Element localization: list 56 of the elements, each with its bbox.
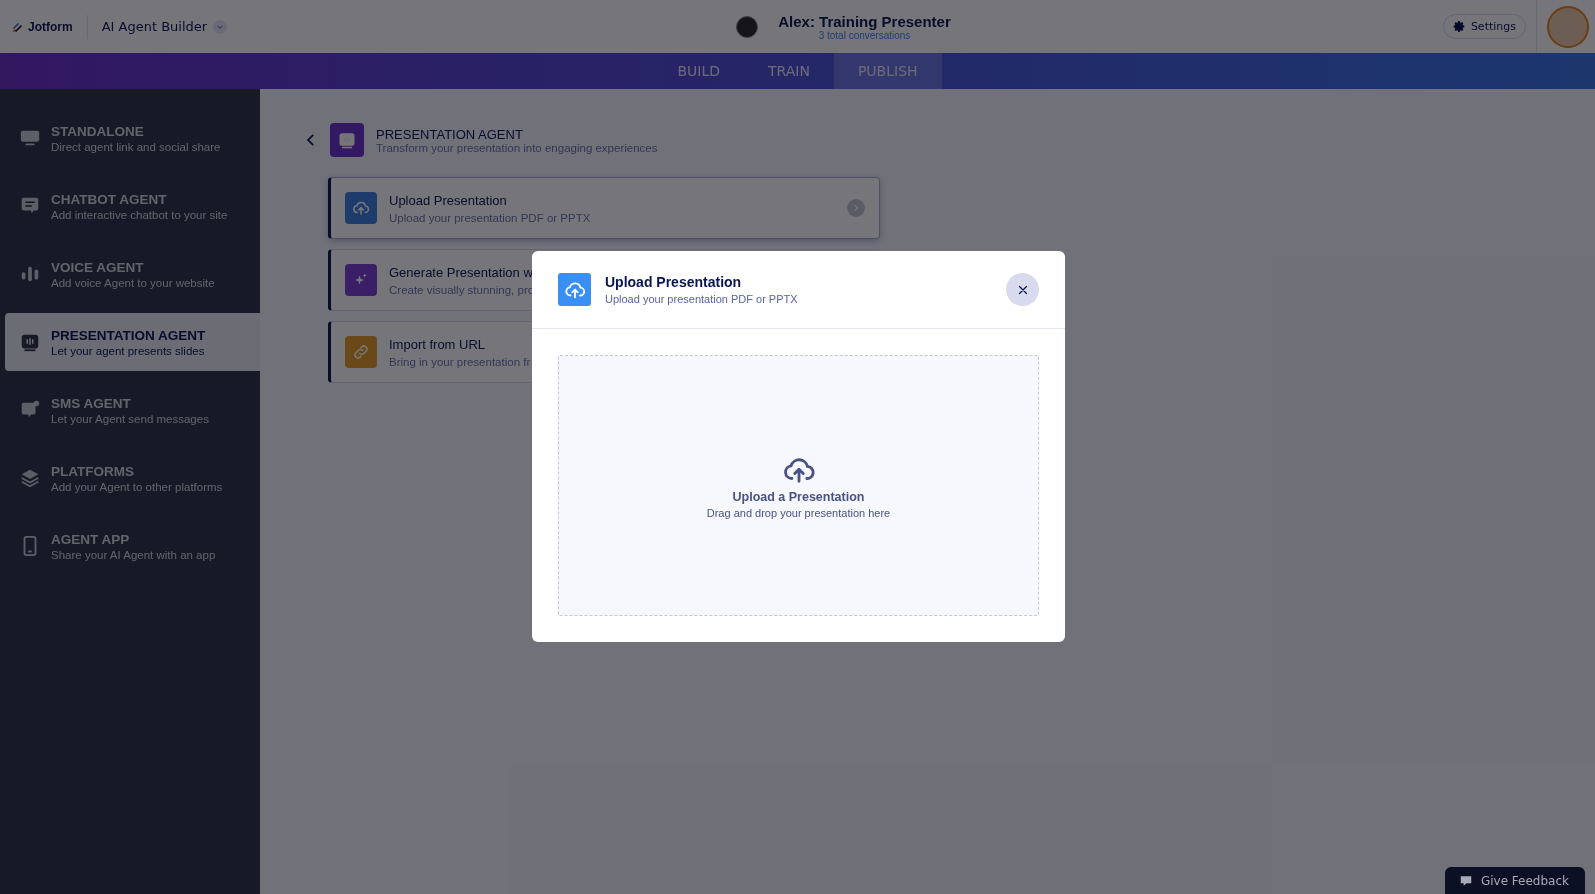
sidebar-item-subtitle: Share your AI Agent with an app (51, 548, 216, 561)
dialog-title: Upload Presentation (605, 274, 743, 290)
sidebar-item[interactable]: PRESENTATION AGENT Let your agent presents slides (5, 313, 260, 371)
sidebar-item-subtitle: Add interactive chatbot to your site (51, 208, 228, 221)
sidebar-item-title: STANDALONE (51, 123, 145, 139)
dialog-subtitle: Upload your presentation PDF or PPTX (605, 293, 799, 305)
sidebar-item-title: PRESENTATION AGENT (51, 327, 206, 343)
chevron-right-icon (847, 199, 865, 217)
page-subtitle: Transform your presentation into engaging experiences (376, 141, 658, 154)
sidebar-item-subtitle: Let your agent presents slides (51, 344, 206, 357)
chevron-down-icon (213, 19, 228, 34)
settings-icon (1452, 20, 1466, 33)
feedback-button[interactable]: Give Feedback (1444, 867, 1585, 894)
drop-zone[interactable]: Upload a Presentation Drag and drop your presentation here (558, 355, 1039, 616)
link-icon (352, 343, 370, 361)
sidebar-item-subtitle: Direct agent link and social share (51, 140, 221, 153)
user-avatar[interactable] (1547, 5, 1589, 48)
settings-button[interactable]: Settings (1442, 14, 1526, 39)
cloud-upload-icon (352, 199, 370, 217)
option-title: Upload Presentation (389, 192, 508, 208)
option-subtitle: Bring in your presentation fr (389, 355, 531, 368)
sidebar-item[interactable]: PLATFORMS Add your Agent to other platforms (5, 449, 260, 507)
tab[interactable]: BUILD (653, 53, 744, 89)
sidebar-item-title: CHATBOT AGENT (51, 191, 168, 207)
presentation-icon (337, 130, 357, 150)
sidebar-item[interactable]: SMS AGENT Let your Agent send messages (5, 381, 260, 439)
sidebar-item-subtitle: Add your Agent to other platforms (51, 480, 223, 493)
sidebar-item[interactable]: CHATBOT AGENT Add interactive chatbot to your site (5, 177, 260, 235)
agent-avatar (736, 15, 759, 38)
page-title: PRESENTATION AGENT (376, 126, 524, 142)
sidebar-item-subtitle: Let your Agent send messages (51, 412, 209, 425)
drop-zone-hint: Drag and drop your presentation here (706, 506, 891, 519)
layers-icon (19, 467, 41, 489)
option-subtitle: Upload your presentation PDF or PPTX (389, 211, 591, 224)
drop-zone-title: Upload a Presentation (732, 489, 865, 504)
logo-icon (12, 20, 24, 33)
close-button[interactable] (1006, 273, 1039, 306)
logo-text: Jotform (28, 19, 73, 34)
conversations-link[interactable]: 3 total conversations (818, 29, 911, 41)
sidebar-item-subtitle: Add voice Agent to your website (51, 276, 215, 289)
close-icon (1016, 283, 1029, 296)
tab[interactable]: TRAIN (744, 53, 834, 89)
sidebar-item-title: AGENT APP (51, 531, 131, 547)
sidebar-item-title: VOICE AGENT (51, 259, 145, 275)
sidebar-item[interactable]: AGENT APP Share your AI Agent with an app (5, 517, 260, 575)
logo[interactable]: Jotform (12, 19, 73, 34)
product-dropdown[interactable]: AI Agent Builder (101, 19, 228, 34)
sidebar-item-title: PLATFORMS (51, 463, 135, 479)
option-title: Generate Presentation w (389, 264, 534, 280)
sidebar-item[interactable]: STANDALONE Direct agent link and social share (5, 109, 260, 167)
option-title: Import from URL (389, 336, 487, 352)
feedback-icon (1458, 874, 1473, 888)
sidebar-item[interactable]: VOICE AGENT Add voice Agent to your website (5, 245, 260, 303)
agent-title: Alex: Training Presenter (778, 12, 951, 30)
option-card[interactable]: Upload Presentation Upload your presentation PDF or PPTX (328, 177, 880, 239)
sidebar-item-title: SMS AGENT (51, 395, 132, 411)
